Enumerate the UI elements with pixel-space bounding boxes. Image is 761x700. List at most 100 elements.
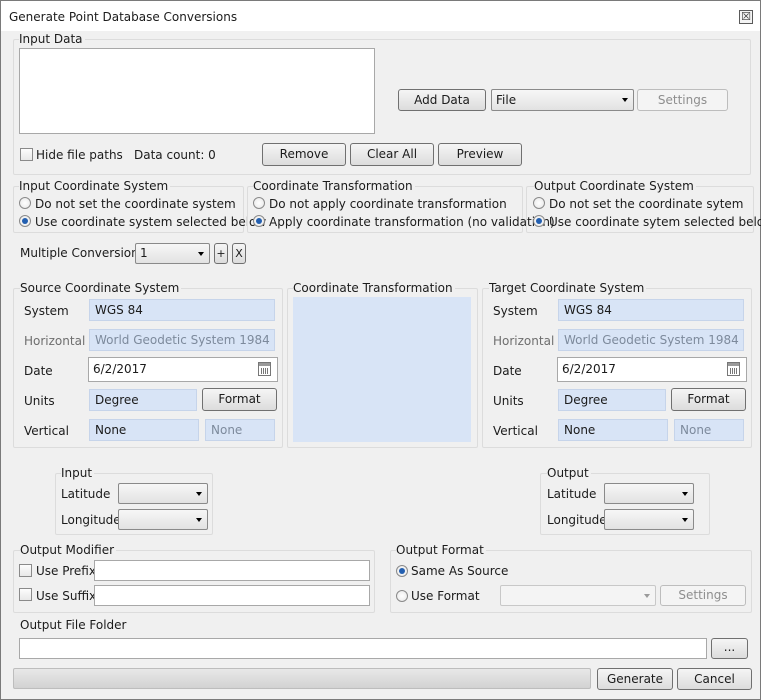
close-icon[interactable]: ☒ — [739, 10, 753, 24]
target-format-button[interactable]: Format — [671, 388, 746, 411]
source-date-field[interactable]: 6/2/2017 — [88, 357, 278, 382]
source-units-label: Units — [24, 394, 55, 408]
data-count: Data count: 0 — [134, 148, 216, 162]
target-system-field[interactable]: WGS 84 — [558, 299, 744, 321]
source-horizontal-field: World Geodetic System 1984 — [89, 329, 275, 351]
use-format-label: Use Format — [411, 589, 480, 603]
source-date-label: Date — [24, 364, 53, 378]
transformation-list[interactable] — [293, 297, 471, 442]
output-cs-option-selected-radio[interactable] — [533, 215, 545, 227]
transform-apply-label: Apply coordinate transformation (no vali… — [269, 215, 555, 229]
source-vertical-secondary-field: None — [205, 419, 275, 441]
calendar-icon[interactable] — [258, 362, 271, 376]
remove-conversion-button[interactable]: X — [232, 243, 246, 264]
transform-none-radio[interactable] — [253, 197, 265, 209]
target-vertical-field[interactable]: None — [558, 419, 668, 441]
source-horizontal-label: Horizontal — [24, 334, 86, 348]
source-vertical-field[interactable]: None — [89, 419, 199, 441]
chevron-down-icon — [198, 251, 204, 256]
input-longitude-select[interactable] — [118, 509, 208, 530]
input-longitude-label: Longitude — [61, 513, 121, 527]
output-latitude-select[interactable] — [604, 483, 694, 504]
cancel-button[interactable]: Cancel — [677, 668, 752, 690]
transform-option-label: Coordinate Transformation — [253, 179, 415, 193]
calendar-icon[interactable] — [727, 362, 740, 376]
transformation-label: Coordinate Transformation — [293, 281, 455, 295]
chevron-down-icon — [196, 491, 202, 496]
source-format-button[interactable]: Format — [202, 388, 277, 411]
input-fields-label: Input — [61, 466, 95, 480]
multiple-conversion-label: Multiple Conversion — [20, 246, 139, 260]
output-cs-option-selected-label: Use coordinate sytem selected below — [549, 215, 761, 229]
source-type-select[interactable]: File — [491, 89, 634, 111]
chevron-down-icon — [196, 517, 202, 522]
output-cs-option-none-label: Do not set the coordinate sytem — [549, 197, 744, 211]
same-as-source-radio[interactable] — [396, 565, 408, 577]
format-settings-button[interactable]: Settings — [660, 585, 746, 606]
source-date-value: 6/2/2017 — [93, 362, 147, 376]
output-folder-label: Output File Folder — [20, 618, 129, 632]
title-bar[interactable]: Generate Point Database Conversions ☒ — [1, 1, 760, 31]
output-latitude-label: Latitude — [547, 487, 597, 501]
source-cs-label: Source Coordinate System — [20, 281, 182, 295]
output-cs-option-none-radio[interactable] — [533, 197, 545, 209]
input-cs-option-none-label: Do not set the coordinate system — [35, 197, 236, 211]
input-data-label: Input Data — [19, 32, 85, 46]
source-system-field[interactable]: WGS 84 — [89, 299, 275, 321]
browse-button[interactable]: ... — [711, 638, 748, 659]
transform-none-label: Do not apply coordinate transformation — [269, 197, 507, 211]
transform-apply-radio[interactable] — [253, 215, 265, 227]
output-cs-label: Output Coordinate System — [534, 179, 696, 193]
input-cs-option-selected-label: Use coordinate system selected below — [35, 215, 267, 229]
target-date-label: Date — [493, 364, 522, 378]
output-format-label: Output Format — [396, 543, 486, 557]
hide-file-paths-label: Hide file paths — [36, 148, 123, 162]
prefix-input[interactable] — [94, 560, 370, 581]
target-date-field[interactable]: 6/2/2017 — [557, 357, 747, 382]
add-conversion-button[interactable]: + — [214, 243, 228, 264]
source-units-field[interactable]: Degree — [89, 389, 197, 411]
use-suffix-checkbox[interactable] — [19, 588, 32, 601]
input-cs-label: Input Coordinate System — [19, 179, 171, 193]
input-latitude-select[interactable] — [118, 483, 208, 504]
chevron-down-icon — [622, 98, 628, 102]
remove-button[interactable]: Remove — [262, 143, 346, 166]
output-folder-input[interactable] — [19, 638, 707, 659]
dialog-window: Generate Point Database Conversions ☒ In… — [0, 0, 761, 700]
target-date-value: 6/2/2017 — [562, 362, 616, 376]
target-horizontal-field: World Geodetic System 1984 — [558, 329, 744, 351]
chevron-down-icon — [682, 491, 688, 496]
same-as-source-label: Same As Source — [411, 564, 509, 578]
output-modifier-label: Output Modifier — [20, 543, 117, 557]
chevron-down-icon — [644, 593, 650, 598]
output-longitude-select[interactable] — [604, 509, 694, 530]
clear-all-button[interactable]: Clear All — [350, 143, 434, 166]
format-select[interactable] — [500, 585, 656, 606]
target-system-label: System — [493, 304, 538, 318]
multiple-conversion-select[interactable]: 1 — [135, 243, 210, 264]
output-longitude-label: Longitude — [547, 513, 607, 527]
target-units-field[interactable]: Degree — [558, 389, 666, 411]
window-title: Generate Point Database Conversions — [9, 10, 238, 24]
output-fields-label: Output — [547, 466, 591, 480]
generate-button[interactable]: Generate — [597, 668, 673, 690]
target-horizontal-label: Horizontal — [493, 334, 555, 348]
target-vertical-secondary-field: None — [674, 419, 744, 441]
multiple-conversion-value: 1 — [140, 246, 148, 260]
input-settings-button[interactable]: Settings — [637, 89, 728, 111]
add-data-button[interactable]: Add Data — [398, 89, 486, 111]
input-cs-option-none-radio[interactable] — [19, 197, 31, 209]
input-latitude-label: Latitude — [61, 487, 111, 501]
preview-button[interactable]: Preview — [438, 143, 522, 166]
hide-file-paths-checkbox[interactable] — [20, 148, 33, 161]
input-cs-option-selected-radio[interactable] — [19, 215, 31, 227]
target-cs-label: Target Coordinate System — [489, 281, 647, 295]
source-type-value: File — [496, 93, 517, 107]
use-prefix-checkbox[interactable] — [19, 564, 32, 577]
target-units-label: Units — [493, 394, 524, 408]
input-data-list[interactable] — [19, 48, 375, 134]
use-format-radio[interactable] — [396, 590, 408, 602]
suffix-input[interactable] — [94, 585, 370, 606]
use-suffix-label: Use Suffix — [36, 589, 97, 603]
source-vertical-label: Vertical — [24, 424, 69, 438]
